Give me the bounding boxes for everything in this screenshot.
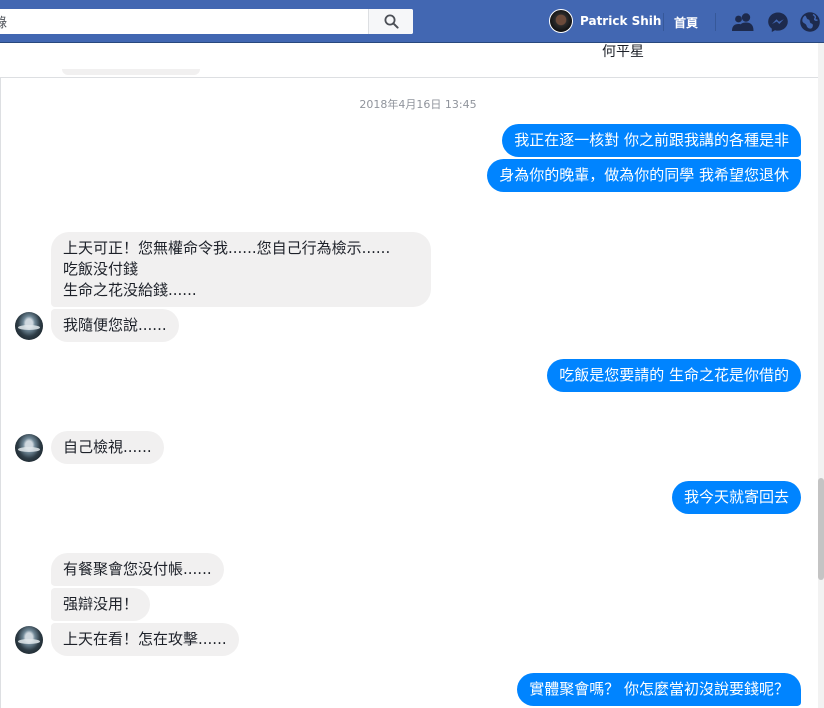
message-text: 我隨便您說...... (63, 316, 167, 334)
conversation-header: 何平星 (0, 43, 818, 78)
user-name: Patrick Shih (580, 14, 662, 28)
nav-divider (663, 13, 664, 31)
message-line: 上天可正！您無權命令我......您自己行為檢示...... (63, 239, 391, 257)
incoming-message[interactable]: 上天可正！您無權命令我......您自己行為檢示...... 吃飯没付錢 生命之… (51, 232, 431, 307)
message-line: 吃飯没付錢 (63, 260, 139, 278)
outgoing-message[interactable]: 我今天就寄回去 (671, 481, 801, 514)
top-navigation-bar: Patrick Shih 首頁 (0, 0, 824, 43)
message-text: 身為你的晚輩，做為你的同學 我希望您退休 (499, 166, 789, 184)
incoming-message[interactable]: 上天在看！怎在攻擊...... (51, 623, 239, 656)
message-text: 我今天就寄回去 (683, 488, 789, 506)
scrollbar[interactable] (818, 43, 824, 708)
search-box (0, 9, 413, 34)
contact-avatar[interactable] (15, 312, 43, 340)
contact-avatar[interactable] (15, 434, 43, 462)
message-text: 我正在逐一核對 你之前跟我講的各種是非 (514, 131, 789, 149)
scrollbar-thumb[interactable] (818, 478, 824, 580)
contact-name[interactable]: 何平星 (602, 43, 644, 61)
incoming-message[interactable]: 我隨便您說...... (51, 309, 179, 342)
outgoing-message[interactable]: 實體聚會嗎？ 你怎麼當初沒說要錢呢？ (517, 673, 801, 706)
contact-avatar[interactable] (15, 626, 43, 654)
message-text: 吃飯是您要請的 生命之花是你借的 (559, 366, 789, 384)
message-text: 自己檢視...... (63, 438, 152, 456)
incoming-message[interactable]: 有餐聚會您没付帳...... (51, 553, 224, 586)
outgoing-message[interactable]: 我正在逐一核對 你之前跟我講的各種是非 (502, 124, 801, 157)
message-text: 强辯没用！ (63, 595, 139, 613)
incoming-message[interactable]: 强辯没用！ (51, 588, 151, 621)
panel-border (0, 43, 1, 708)
message-text: 上天在看！怎在攻擊...... (63, 630, 227, 648)
friend-requests-icon[interactable] (731, 11, 755, 33)
search-button[interactable] (368, 9, 413, 34)
messenger-icon[interactable] (767, 11, 789, 33)
previous-message-bubble (62, 69, 200, 75)
incoming-message[interactable]: 自己檢視...... (51, 431, 164, 464)
outgoing-message[interactable]: 身為你的晚輩，做為你的同學 我希望您退休 (487, 159, 801, 192)
avatar (549, 9, 573, 33)
outgoing-message[interactable]: 吃飯是您要請的 生命之花是你借的 (547, 359, 801, 392)
search-input[interactable] (0, 9, 368, 34)
globe-notifications-icon[interactable] (799, 11, 821, 33)
message-text: 有餐聚會您没付帳...... (63, 560, 212, 578)
message-text: 實體聚會嗎？ 你怎麼當初沒說要錢呢？ (529, 680, 789, 698)
message-line: 生命之花没給錢...... (63, 281, 197, 299)
nav-divider (715, 13, 716, 31)
conversation-panel: 何平星 2018年4月16日 13:45 我正在逐一核對 你之前跟我講的各種是非… (0, 43, 818, 708)
home-link[interactable]: 首頁 (674, 14, 698, 31)
message-timestamp: 2018年4月16日 13:45 (359, 98, 477, 111)
search-icon (384, 14, 399, 29)
